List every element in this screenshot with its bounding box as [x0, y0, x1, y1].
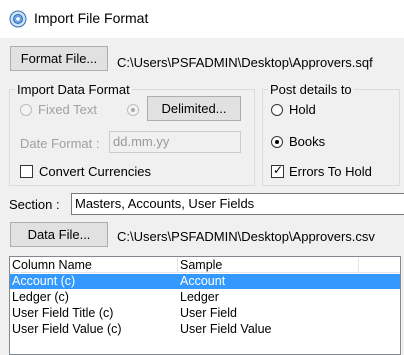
app-gear-icon	[9, 10, 27, 28]
hold-radio[interactable]	[271, 104, 283, 116]
hold-label: Hold	[289, 102, 316, 117]
format-file-path: C:\Users\PSFADMIN\Desktop\Approvers.sqf	[117, 55, 373, 70]
convert-currencies-label: Convert Currencies	[39, 164, 151, 179]
title-bar: Import File Format	[0, 0, 404, 38]
fixed-text-radio[interactable]	[20, 104, 32, 116]
fixed-text-label: Fixed Text	[38, 102, 98, 117]
sample-cell: User Field	[180, 306, 237, 320]
convert-currencies-checkbox[interactable]	[20, 165, 33, 178]
post-details-legend: Post details to	[270, 82, 352, 97]
books-label: Books	[289, 134, 326, 149]
date-format-label: Date Format :	[20, 136, 100, 151]
section-field[interactable]: Masters, Accounts, User Fields	[71, 193, 404, 215]
data-file-button[interactable]: Data File...	[10, 222, 108, 247]
column-name-cell: Account (c)	[12, 274, 76, 288]
table-row[interactable]: User Field Title (c) User Field	[10, 306, 400, 321]
column-name-cell: Ledger (c)	[12, 290, 69, 304]
column-list[interactable]: Column Name Sample Account (c) Account L…	[9, 256, 401, 355]
errors-to-hold-label: Errors To Hold	[289, 164, 372, 179]
import-data-format-legend: Import Data Format	[17, 82, 130, 97]
table-row[interactable]: Ledger (c) Ledger	[10, 290, 400, 305]
sample-cell: Account	[180, 274, 226, 288]
errors-to-hold-checkbox[interactable]: ✓	[271, 163, 284, 178]
delimited-radio[interactable]	[127, 104, 139, 116]
sample-cell: User Field Value	[180, 322, 272, 336]
window-title: Import File Format	[34, 10, 149, 26]
column-name-cell: User Field Value (c)	[12, 322, 122, 336]
column-separator[interactable]	[358, 257, 359, 273]
table-row[interactable]: Account (c) Account	[10, 274, 400, 289]
list-header: Column Name Sample	[10, 257, 400, 273]
table-row[interactable]: User Field Value (c) User Field Value	[10, 322, 400, 337]
format-file-button[interactable]: Format File...	[10, 46, 108, 71]
data-file-path: C:\Users\PSFADMIN\Desktop\Approvers.csv	[117, 229, 375, 244]
sample-header[interactable]: Sample	[178, 257, 358, 273]
date-format-field[interactable]: dd.mm.yy	[109, 131, 241, 153]
checkmark-icon: ✓	[273, 163, 284, 177]
delimited-button[interactable]: Delimited...	[147, 96, 241, 121]
column-name-cell: User Field Title (c)	[12, 306, 114, 320]
books-radio[interactable]	[271, 136, 283, 148]
column-name-header[interactable]: Column Name	[10, 257, 177, 273]
sample-cell: Ledger	[180, 290, 219, 304]
section-label: Section :	[9, 197, 60, 212]
